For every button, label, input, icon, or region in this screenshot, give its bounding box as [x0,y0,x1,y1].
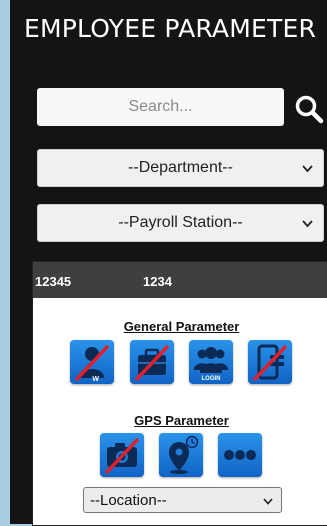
location-select-value: --Location-- [90,491,167,509]
page-title: EMPLOYEE PARAMETER [24,14,317,43]
employee-card-header: 12345 1234 [33,262,327,298]
map-pin-clock-tile[interactable] [159,433,203,477]
briefcase-disabled-tile[interactable] [130,340,174,384]
phone-disabled-tile[interactable] [248,340,292,384]
department-select[interactable]: --Department-- [37,149,324,187]
briefcase-disabled-icon [134,344,170,382]
camera-disabled-icon [104,437,140,475]
phone-disabled-icon [252,344,288,382]
department-select-value: --Department-- [128,159,233,176]
map-pin-clock-icon [169,435,199,474]
general-parameter-title: General Parameter [123,319,240,334]
employee-card: 12345 1234 General Parameter W LOGIN GPS… [32,261,327,526]
search-icon[interactable] [294,94,324,124]
more-dots-icon [224,450,256,460]
employee-parameter-panel: EMPLOYEE PARAMETER --Department-- --Payr… [10,0,327,526]
chevron-down-icon [302,165,313,173]
chevron-down-icon [263,498,273,505]
chevron-down-icon [302,220,313,228]
location-select[interactable]: --Location-- [83,487,282,513]
employee-code-secondary: 1234 [143,274,172,289]
payroll-station-select-value: --Payroll Station-- [118,214,243,231]
payroll-station-select[interactable]: --Payroll Station-- [37,204,324,242]
gps-parameter-title: GPS Parameter [134,413,229,428]
user-tile-mark: W [92,376,99,383]
group-login-tile[interactable]: LOGIN [189,340,233,384]
camera-disabled-tile[interactable] [100,433,144,477]
login-tile-label: LOGIN [201,376,221,382]
search-input[interactable] [37,88,284,126]
user-disabled-tile[interactable]: W [70,340,114,384]
more-dots-tile[interactable] [218,433,262,477]
employee-code: 12345 [35,274,72,289]
